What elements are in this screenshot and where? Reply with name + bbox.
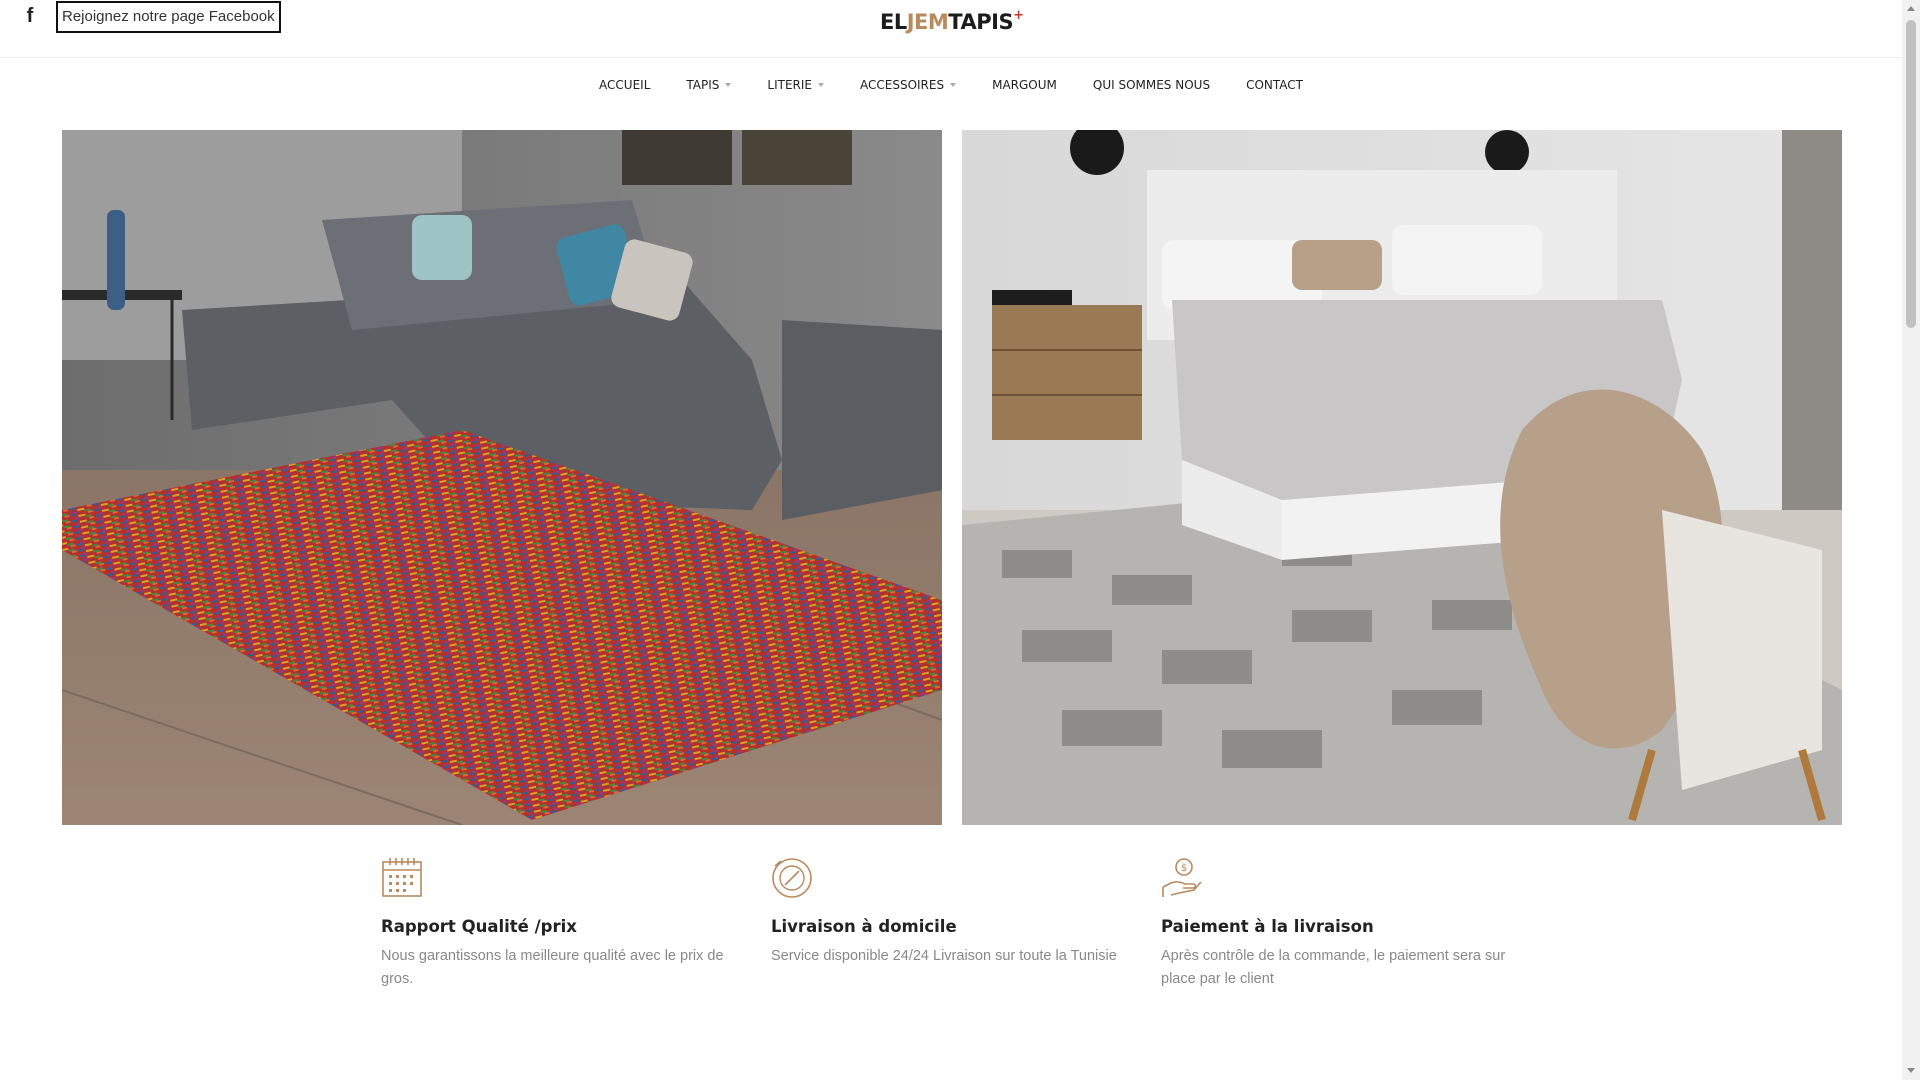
top-bar: f Rejoignez notre page Facebook ELJEMTAP… xyxy=(0,0,1902,58)
nav-item-literie[interactable]: LITERIE xyxy=(767,78,824,92)
feature-description: Service disponible 24/24 Livraison sur t… xyxy=(771,948,1117,964)
nav-item-qui-sommes-nous[interactable]: QUI SOMMES NOUS xyxy=(1093,78,1210,92)
nav-label: QUI SOMMES NOUS xyxy=(1092,78,1211,92)
nav-label: CONTACT xyxy=(1246,78,1303,92)
site-logo[interactable]: ELJEMTAPIS+ xyxy=(880,3,1024,34)
chevron-down-icon xyxy=(950,83,957,87)
scrollbar-thumb[interactable] xyxy=(1906,20,1916,328)
nav-label: MARGOUM xyxy=(992,78,1057,92)
nav-item-contact[interactable]: CONTACT xyxy=(1246,78,1303,92)
nav-label: TAPIS xyxy=(686,78,720,92)
logo-part-tapis: TAPIS xyxy=(948,10,1014,34)
svg-text:$: $ xyxy=(1181,863,1187,874)
hero-image-bedroom[interactable] xyxy=(962,130,1842,825)
feature-title: Rapport Qualité /prix xyxy=(381,917,577,936)
page-scrollbar[interactable] xyxy=(1902,0,1920,1080)
feature-payment-on-delivery: $ Paiement à la livraison Après contrôle… xyxy=(1161,857,1531,991)
nav-item-accessoires[interactable]: ACCESSOIRES xyxy=(860,78,957,92)
logo-plus: + xyxy=(1013,8,1024,23)
feature-quality-price: Rapport Qualité /prix Nous garantissons … xyxy=(381,857,751,991)
facebook-icon[interactable]: f xyxy=(22,4,38,28)
nav-item-accueil[interactable]: ACCUEIL xyxy=(599,78,650,92)
chevron-down-icon xyxy=(818,83,824,87)
logo-part-jem: JEM xyxy=(906,10,949,34)
feature-description: Nous garantissons la meilleure qualité a… xyxy=(381,948,724,987)
facebook-page-link[interactable]: Rejoignez notre page Facebook xyxy=(56,1,281,33)
features-section: Rapport Qualité /prix Nous garantissons … xyxy=(381,857,1541,1017)
logo-part-el: EL xyxy=(880,10,907,34)
hero-image-living-room[interactable] xyxy=(62,130,942,825)
delivery-compass-icon xyxy=(772,858,812,898)
nav-item-tapis[interactable]: TAPIS xyxy=(686,78,732,92)
feature-description: Après contrôle de la commande, le paieme… xyxy=(1161,948,1506,987)
nav-label: ACCESSOIRES xyxy=(860,78,945,92)
main-navigation: ACCUEIL TAPIS LITERIE ACCESSOIRES MARGOU… xyxy=(0,58,1902,112)
calendar-icon xyxy=(382,858,422,897)
scroll-down-arrow-icon[interactable] xyxy=(1907,1068,1915,1073)
hand-money-icon: $ xyxy=(1162,858,1202,897)
scroll-up-arrow-icon[interactable] xyxy=(1907,6,1915,11)
chevron-down-icon xyxy=(725,83,732,87)
feature-title: Livraison à domicile xyxy=(771,917,957,936)
feature-home-delivery: Livraison à domicile Service disponible … xyxy=(771,857,1141,968)
nav-label: LITERIE xyxy=(767,78,812,92)
feature-title: Paiement à la livraison xyxy=(1161,917,1374,936)
nav-label: ACCUEIL xyxy=(599,78,651,92)
nav-item-margoum[interactable]: MARGOUM xyxy=(992,78,1057,92)
